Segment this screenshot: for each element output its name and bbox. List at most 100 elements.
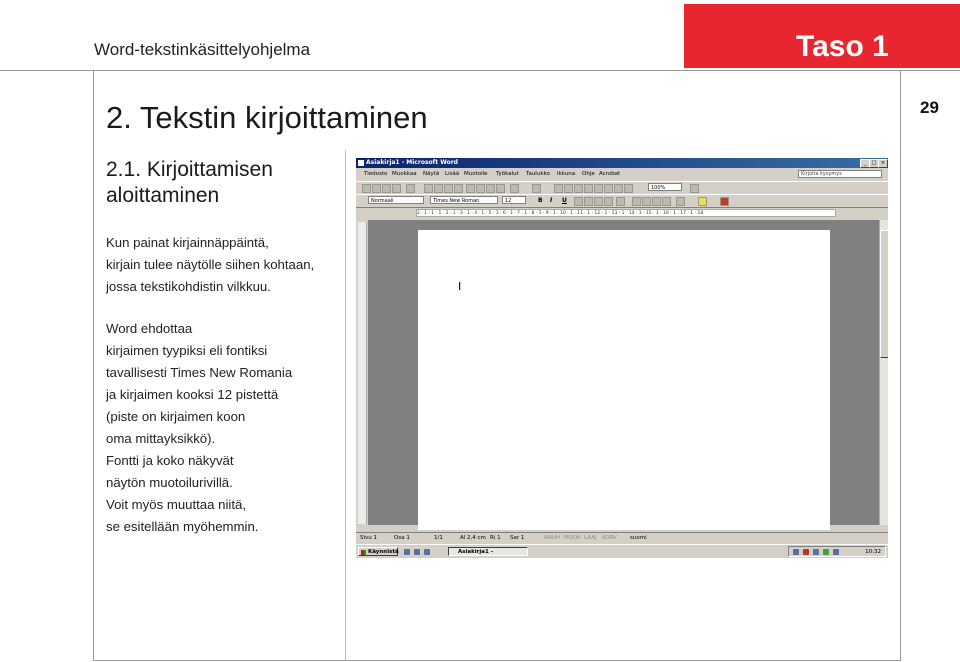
title-bar[interactable]: Asiakirja1 - Microsoft Word _ □ × [356,158,888,168]
status-column: Sar 1 [510,535,525,541]
ask-question-box[interactable]: Kirjoita kysymys [798,170,882,178]
numbering-icon[interactable] [632,197,641,206]
research-icon[interactable] [454,184,463,193]
text-line: ja kirjaimen kooksi 12 pistettä [106,387,279,402]
tray-icon[interactable] [813,549,819,555]
status-page: Sivu 1 [360,535,378,541]
text-line: Kun painat kirjainnäppäintä, [106,235,269,250]
decrease-indent-icon[interactable] [652,197,661,206]
save-icon[interactable] [382,184,391,193]
menu-item[interactable]: Työkalut [496,171,519,177]
undo-icon[interactable] [510,184,519,193]
help-icon[interactable] [690,184,699,193]
horizontal-ruler[interactable]: 2 · 1 · 1 · 1 · 2 · 1 · 3 · 1 · 4 · 1 · … [416,209,836,217]
zoom-select[interactable]: 100% [648,183,682,191]
menu-item[interactable]: Ikkuna [557,171,575,177]
tray-icon[interactable] [823,549,829,555]
menu-item[interactable]: Taulukko [526,171,550,177]
open-folder-icon[interactable] [372,184,381,193]
bold-button[interactable]: B [538,197,543,204]
copy-icon[interactable] [476,184,485,193]
cut-icon[interactable] [466,184,475,193]
menu-item[interactable]: Muotoile [464,171,488,177]
spelling-icon[interactable] [444,184,453,193]
scrollbar-thumb[interactable] [880,230,888,358]
tray-icon[interactable] [803,549,809,555]
document-page[interactable]: I [418,230,830,530]
tables-borders-icon[interactable] [564,184,573,193]
insert-table-icon[interactable] [574,184,583,193]
menu-item[interactable]: Muokkaa [392,171,417,177]
tray-icon[interactable] [793,549,799,555]
quicklaunch-outlook-icon[interactable] [424,549,430,555]
font-color-icon[interactable] [720,197,729,206]
insert-excel-icon[interactable] [584,184,593,193]
format-painter-icon[interactable] [496,184,505,193]
drawing-icon[interactable] [604,184,613,193]
underline-button[interactable]: U [562,197,567,204]
menu-item[interactable]: Lisää [445,171,459,177]
status-mode-trk[interactable]: MUOK [564,535,581,541]
justify-icon[interactable] [604,197,613,206]
text-line: (piste on kirjaimen koon [106,409,246,424]
frame-divider [345,150,346,661]
start-button[interactable]: Käynnistä [358,547,399,556]
window-title: Asiakirja1 - Microsoft Word [366,159,458,166]
menu-item[interactable]: Näytä [423,171,439,177]
taskbar-word-button[interactable]: Asiakirja1 - Microsoft... [448,547,528,556]
taskbar: Käynnistä Asiakirja1 - Microsoft... 10:3… [356,544,888,558]
close-button[interactable]: × [878,159,888,168]
style-select[interactable]: Normaali [368,196,424,204]
print-preview-icon[interactable] [434,184,443,193]
email-icon[interactable] [406,184,415,193]
menu-item[interactable]: Acrobat [599,171,620,177]
tray-icon[interactable] [833,549,839,555]
align-right-icon[interactable] [594,197,603,206]
show-hide-icon[interactable] [624,184,633,193]
new-document-icon[interactable] [362,184,371,193]
text-line: se esitellään myöhemmin. [106,519,259,534]
highlight-icon[interactable] [698,197,707,206]
border-icon[interactable] [676,197,685,206]
hyperlink-icon[interactable] [554,184,563,193]
italic-button[interactable]: I [550,197,552,204]
permission-icon[interactable] [392,184,401,193]
align-left-icon[interactable] [574,197,583,206]
increase-indent-icon[interactable] [662,197,671,206]
standard-toolbar: 100% [356,181,888,195]
document-map-icon[interactable] [614,184,623,193]
redo-icon[interactable] [532,184,541,193]
align-center-icon[interactable] [584,197,593,206]
status-bar: Sivu 1 Osa 1 1/1 Al 2,4 cm Ri 1 Sar 1 NA… [356,532,888,544]
taskbar-word-label: Asiakirja1 - Microsoft... [458,549,494,555]
quicklaunch-desktop-icon[interactable] [414,549,420,555]
menu-item[interactable]: Ohje [582,171,595,177]
document-area: I [368,220,880,530]
system-tray: 10:32 [788,546,886,557]
vertical-ruler [358,222,367,524]
bullets-icon[interactable] [642,197,651,206]
menu-item[interactable]: Tiedosto [364,171,387,177]
header-title: Word-tekstinkäsittelyohjelma [94,40,311,59]
paragraph-1: Kun painat kirjainnäppäintä, kirjain tul… [106,232,341,298]
level-label: Taso 1 [796,30,889,63]
text-line: kirjaimen tyypiksi eli fontiksi [106,343,268,358]
status-mode-ovr[interactable]: KORV [602,535,617,541]
quicklaunch-ie-icon[interactable] [404,549,410,555]
line-spacing-icon[interactable] [616,197,625,206]
font-select[interactable]: Times New Roman [430,196,498,204]
vertical-scrollbar[interactable] [879,220,888,525]
frame-right [900,71,901,661]
text-line: oma mittayksikkö). [106,431,216,446]
text-line: tavallisesti Times New Romania [106,365,293,380]
status-mode-rec[interactable]: NAUH [544,535,560,541]
page-number: 29 [920,98,939,117]
status-mode-ext[interactable]: LAAJ [584,535,597,541]
frame-bottom [93,660,901,661]
font-size-select[interactable]: 12 [502,196,526,204]
columns-icon[interactable] [594,184,603,193]
text-line: Word ehdottaa [106,321,193,336]
section-title: 2.1. Kirjoittamisen aloittaminen [106,158,273,207]
paste-icon[interactable] [486,184,495,193]
print-icon[interactable] [424,184,433,193]
